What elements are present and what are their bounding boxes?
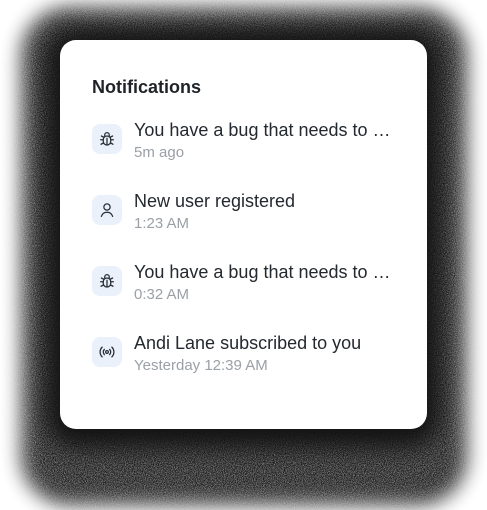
notification-item[interactable]: You have a bug that needs to be fixed. 0… [92, 260, 427, 331]
notification-time: Yesterday 12:39 AM [134, 357, 268, 374]
notifications-panel: Notifications You have a bug that needs … [60, 40, 427, 429]
notification-time: 0:32 AM [134, 286, 190, 303]
notification-item[interactable]: You have a bug that needs to be fixed. 5… [92, 118, 427, 189]
notification-message: You have a bug that needs to be fixed. [134, 120, 396, 140]
notification-message: You have a bug that needs to be fixed. [134, 262, 396, 282]
bug-icon [92, 266, 122, 296]
bug-icon [92, 124, 122, 154]
panel-title: Notifications [92, 77, 202, 97]
notification-time: 1:23 AM [134, 215, 190, 232]
notification-item[interactable]: New user registered 1:23 AM [92, 189, 427, 260]
notification-time: 5m ago [134, 144, 185, 161]
notification-message: Andi Lane subscribed to you [134, 333, 362, 353]
user-icon [92, 195, 122, 225]
broadcast-icon [92, 337, 122, 367]
notification-item[interactable]: Andi Lane subscribed to you Yesterday 12… [92, 331, 427, 402]
notification-message: New user registered [134, 191, 296, 211]
notification-list: You have a bug that needs to be fixed. 5… [92, 118, 427, 402]
